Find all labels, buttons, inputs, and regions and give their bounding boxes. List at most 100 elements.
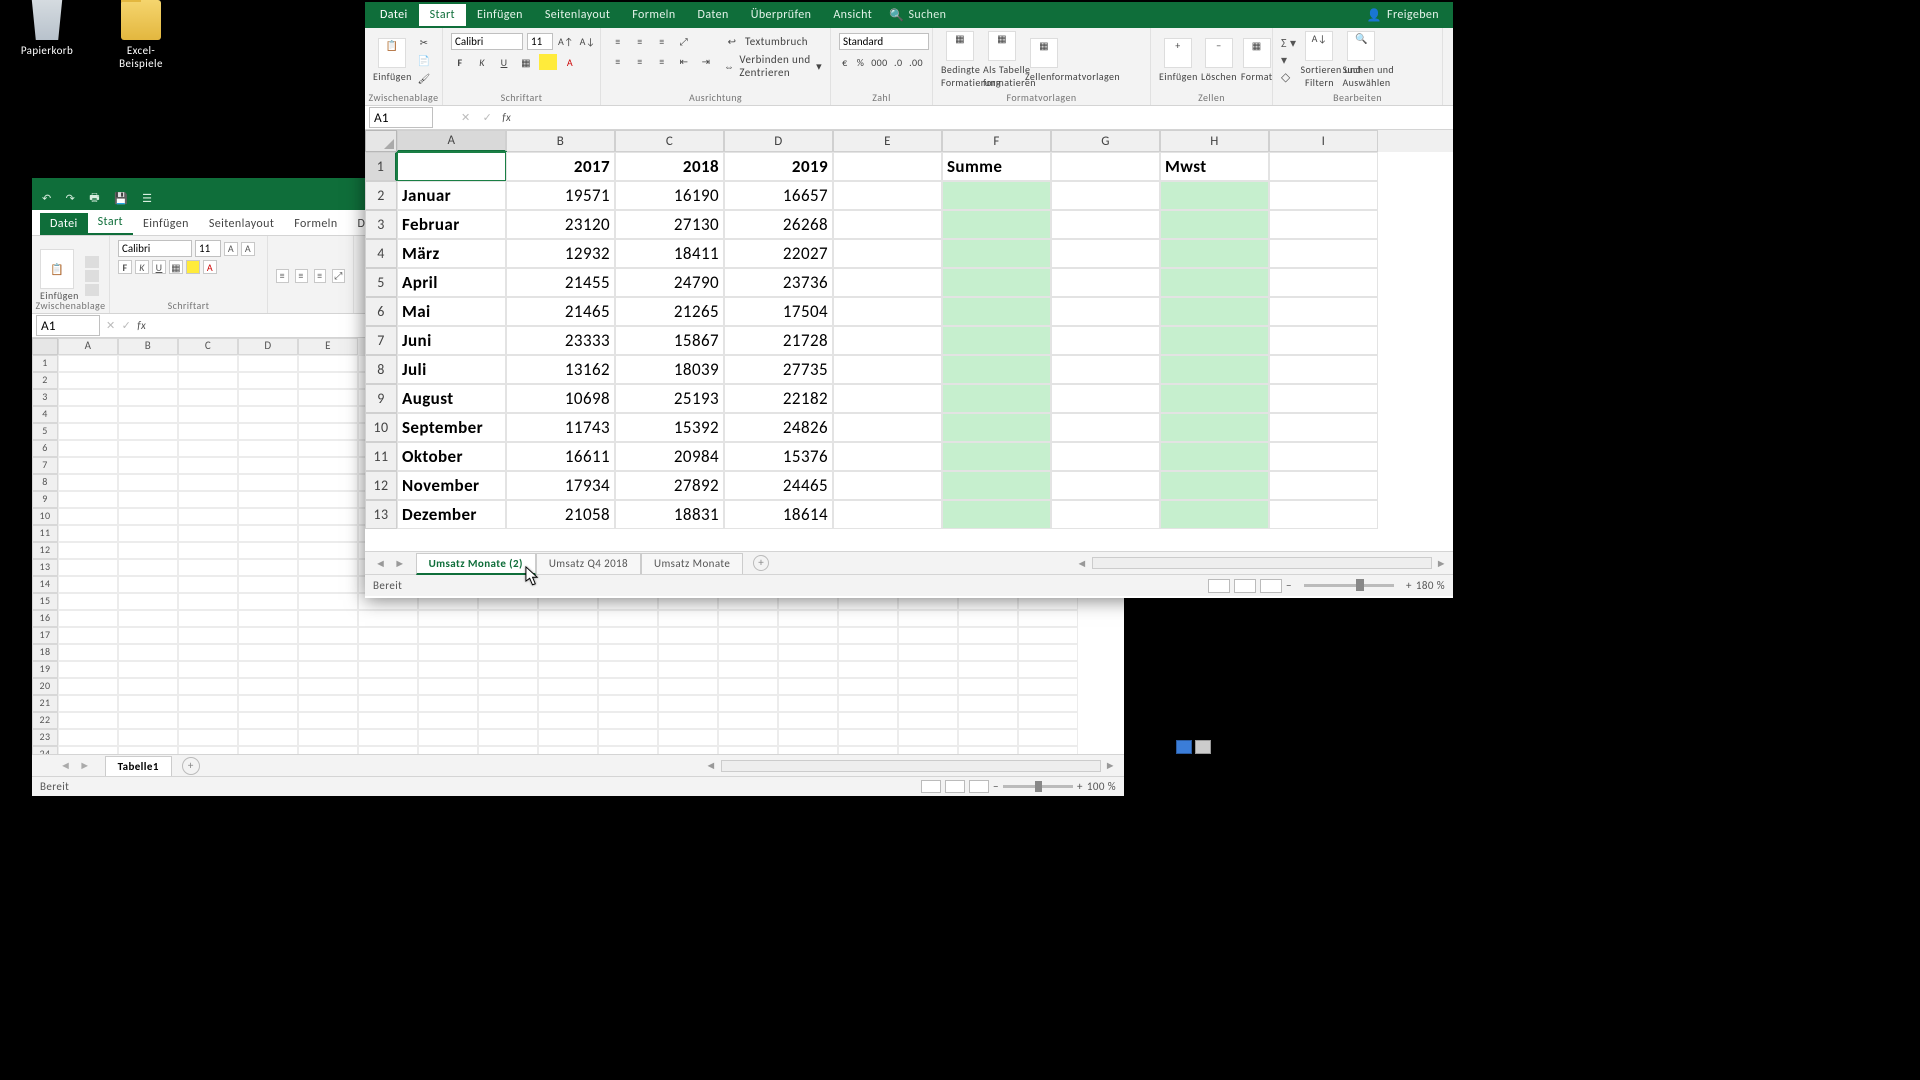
column-header[interactable]: C <box>178 338 238 355</box>
column-header[interactable]: D <box>238 338 298 355</box>
cell[interactable] <box>1269 500 1378 529</box>
cell[interactable]: 10698 <box>506 384 615 413</box>
row-header[interactable]: 7 <box>365 326 397 355</box>
worksheet-grid-front[interactable]: ABCDEFGHI 1201720182019SummeMwst2Januar1… <box>365 130 1453 551</box>
cell[interactable] <box>942 181 1051 210</box>
zoom-out-button[interactable]: − <box>993 780 999 793</box>
column-header[interactable]: B <box>506 130 615 152</box>
cell[interactable]: 18614 <box>724 500 833 529</box>
cell[interactable] <box>942 442 1051 471</box>
cell[interactable]: 20984 <box>615 442 724 471</box>
border-button[interactable]: ▦ <box>169 260 183 274</box>
ribbon-tab-formeln[interactable]: Formeln <box>621 4 686 26</box>
qat-touch-icon[interactable]: ☰ <box>142 192 152 205</box>
decrease-font-icon[interactable]: A <box>241 242 255 256</box>
cell[interactable] <box>1269 326 1378 355</box>
align-right-icon[interactable]: ≡ <box>653 53 671 69</box>
row-header[interactable]: 4 <box>32 406 58 423</box>
zoom-slider[interactable] <box>1304 584 1394 587</box>
enter-icon[interactable]: ✓ <box>122 319 132 332</box>
column-header[interactable]: B <box>118 338 178 355</box>
name-box[interactable] <box>369 107 433 128</box>
cell[interactable] <box>397 152 506 181</box>
cell[interactable] <box>942 268 1051 297</box>
row-header[interactable]: 10 <box>32 508 58 525</box>
row-header[interactable]: 10 <box>365 413 397 442</box>
cell[interactable]: Mwst <box>1160 152 1269 181</box>
cell[interactable] <box>1160 239 1269 268</box>
cell[interactable]: 12932 <box>506 239 615 268</box>
row-header[interactable]: 1 <box>365 152 397 181</box>
zoom-label[interactable]: 180 % <box>1416 579 1445 592</box>
autosum-icon[interactable]: Σ ▾ <box>1281 36 1296 51</box>
cell[interactable] <box>942 326 1051 355</box>
decrease-font-icon[interactable]: A↓ <box>579 34 597 50</box>
cell[interactable] <box>1160 442 1269 471</box>
sheet-tab[interactable]: Tabelle1 <box>105 756 172 776</box>
row-header[interactable]: 17 <box>32 627 58 644</box>
font-size-picker[interactable] <box>195 240 221 257</box>
fill-color-button[interactable] <box>186 260 200 274</box>
cell[interactable]: 22027 <box>724 239 833 268</box>
cell[interactable] <box>833 413 942 442</box>
cell[interactable] <box>1160 471 1269 500</box>
zoom-label[interactable]: 100 % <box>1087 780 1116 793</box>
view-layout-icon[interactable] <box>945 780 965 793</box>
cell[interactable] <box>942 239 1051 268</box>
cell[interactable]: November <box>397 471 506 500</box>
ribbon-tab-start[interactable]: Start <box>419 4 466 26</box>
cell[interactable] <box>833 384 942 413</box>
italic-button[interactable]: K <box>473 54 491 70</box>
cell[interactable]: 24465 <box>724 471 833 500</box>
ribbon-tab-einfügen[interactable]: Einfügen <box>466 4 534 26</box>
cell[interactable]: Mai <box>397 297 506 326</box>
ribbon-tab-ansicht[interactable]: Ansicht <box>822 4 883 26</box>
ribbon-tab-datei[interactable]: Datei <box>369 4 419 26</box>
cell[interactable] <box>1051 500 1160 529</box>
increase-font-icon[interactable]: A <box>224 242 238 256</box>
increase-font-icon[interactable]: A↑ <box>557 34 575 50</box>
paste-button[interactable]: 📋 Einfügen <box>40 249 79 302</box>
cell[interactable]: 18411 <box>615 239 724 268</box>
cell[interactable] <box>1269 471 1378 500</box>
formula-input[interactable] <box>521 111 1453 125</box>
view-pagebreak-icon[interactable] <box>1260 579 1282 593</box>
desktop-recycle-bin[interactable]: Papierkorb <box>12 0 82 57</box>
font-name-picker[interactable] <box>118 240 192 257</box>
cell[interactable]: März <box>397 239 506 268</box>
indent-decrease-icon[interactable]: ⇤ <box>675 53 693 69</box>
cell[interactable]: 15867 <box>615 326 724 355</box>
row-header[interactable]: 12 <box>32 542 58 559</box>
qat-save-icon[interactable]: 💾 <box>114 192 128 205</box>
cell[interactable] <box>1051 442 1160 471</box>
row-header[interactable]: 9 <box>32 491 58 508</box>
cell[interactable] <box>1160 326 1269 355</box>
cell[interactable]: 22182 <box>724 384 833 413</box>
row-header[interactable]: 8 <box>32 474 58 491</box>
cell[interactable] <box>1269 239 1378 268</box>
cell[interactable] <box>833 471 942 500</box>
insert-cells-button[interactable]: +Einfügen <box>1159 38 1197 83</box>
delete-cells-button[interactable]: −Löschen <box>1201 38 1237 83</box>
cell[interactable] <box>1051 210 1160 239</box>
row-header[interactable]: 2 <box>365 181 397 210</box>
view-layout-icon[interactable] <box>1234 579 1256 593</box>
ribbon-tab-seitenlayout[interactable]: Seitenlayout <box>199 213 284 235</box>
cell[interactable] <box>1051 239 1160 268</box>
decrease-decimal-icon[interactable]: .00 <box>908 54 924 70</box>
align-center-icon[interactable]: ≡ <box>631 53 649 69</box>
row-header[interactable]: 3 <box>365 210 397 239</box>
cell[interactable]: 16611 <box>506 442 615 471</box>
cell[interactable]: 2017 <box>506 152 615 181</box>
column-header[interactable]: H <box>1160 130 1269 152</box>
cell[interactable] <box>1051 268 1160 297</box>
format-painter-icon[interactable]: 🖌 <box>415 70 433 86</box>
cell[interactable]: Januar <box>397 181 506 210</box>
qat-redo-icon[interactable]: ↷ <box>66 192 76 205</box>
cell[interactable] <box>1051 413 1160 442</box>
cell[interactable]: 11743 <box>506 413 615 442</box>
name-box[interactable] <box>36 315 100 336</box>
cell[interactable]: 17934 <box>506 471 615 500</box>
bold-button[interactable]: F <box>451 54 469 70</box>
cell[interactable] <box>1051 355 1160 384</box>
